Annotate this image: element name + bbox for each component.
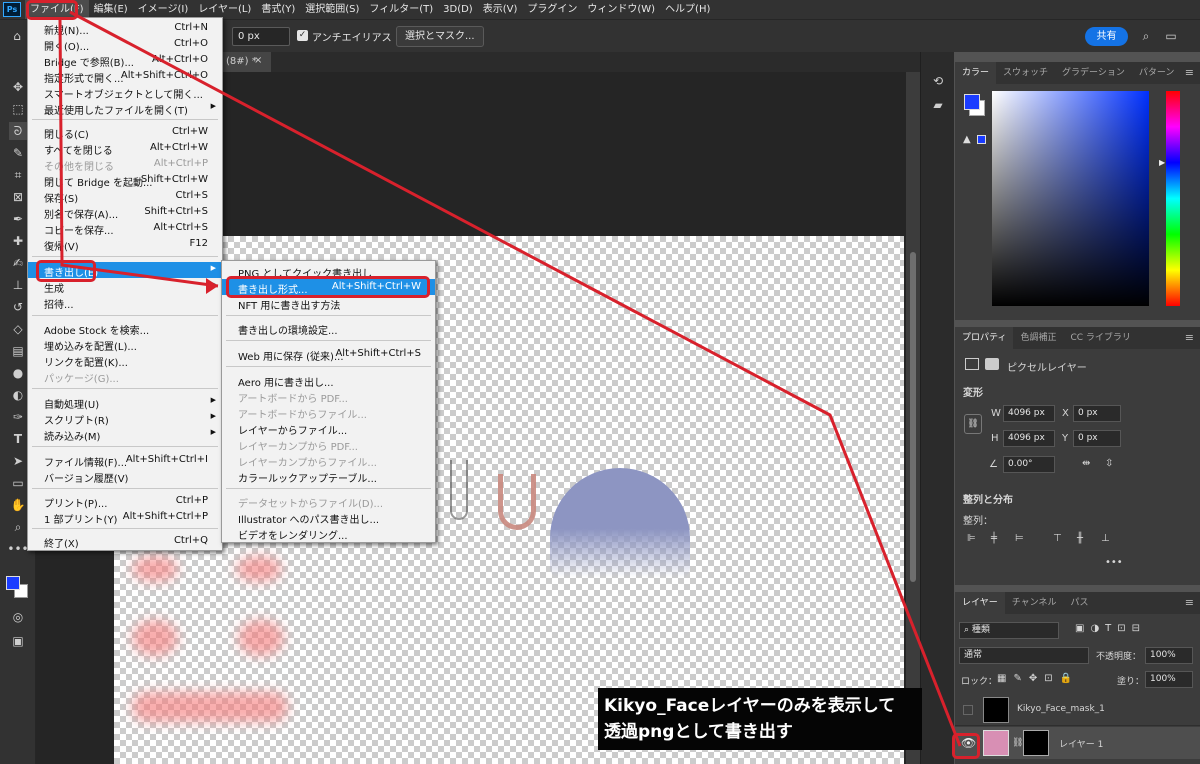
annotation-arrows: [58, 10, 962, 747]
highlight-visibility: [952, 733, 980, 759]
caption-line-1: Kikyo_Faceレイヤーのみを表示して: [604, 696, 896, 716]
highlight-export-as: [226, 276, 430, 298]
annotation-arrowhead: [206, 278, 218, 294]
instruction-caption: Kikyo_Faceレイヤーのみを表示して 透過pngとして書き出す: [598, 688, 922, 750]
highlight-export-item: [36, 260, 96, 282]
caption-line-2: 透過pngとして書き出す: [604, 722, 793, 742]
highlight-file-menu: [26, 0, 78, 20]
annotation-line: [58, 19, 219, 288]
annotation-line: [69, 10, 962, 747]
